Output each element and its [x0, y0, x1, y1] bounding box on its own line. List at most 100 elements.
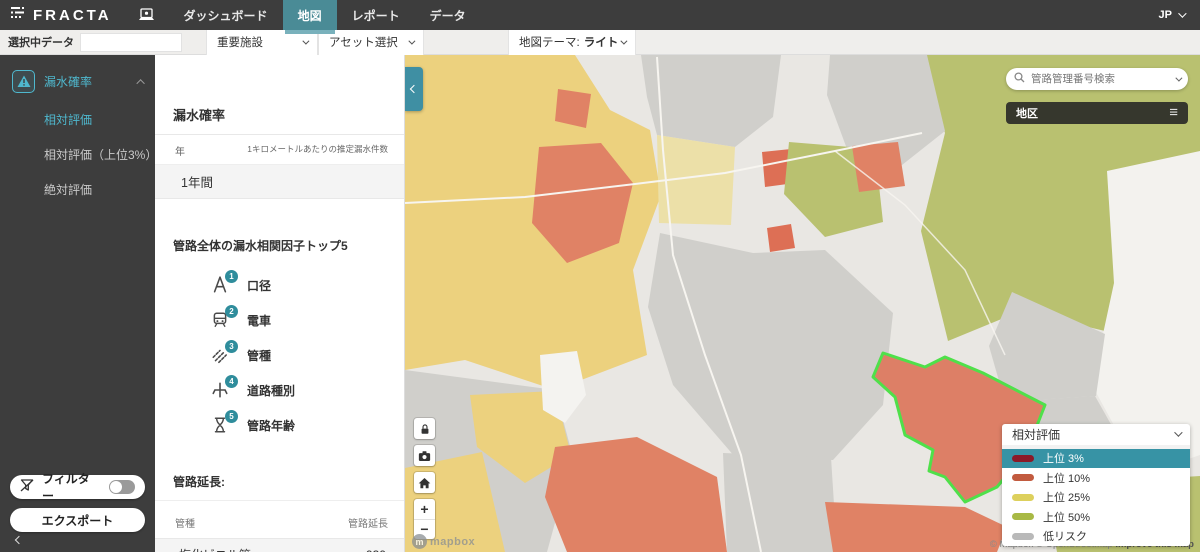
export-button[interactable]: エクスポート	[10, 508, 145, 532]
map-region	[723, 453, 837, 552]
sidebar-item-relative-eval[interactable]: 相対評価	[44, 111, 155, 128]
nav-tab-dashboard[interactable]: ダッシュボード	[169, 0, 283, 30]
length-table-row[interactable]: 塩化ビニル管 939	[155, 538, 404, 552]
selected-data-input[interactable]	[80, 33, 182, 52]
chevron-down-icon	[1175, 74, 1182, 81]
factors-title: 管路全体の漏水相関因子トップ5	[173, 237, 404, 254]
warning-triangle-icon	[12, 70, 35, 93]
chevron-down-icon	[620, 37, 627, 44]
rank-badge: 5	[225, 410, 238, 423]
map-theme-label: 地図テーマ:	[519, 34, 580, 50]
legend-item-top25[interactable]: 上位 25%	[1002, 488, 1190, 508]
factor-label: 道路種別	[247, 382, 295, 399]
district-label: 地区	[1016, 105, 1038, 121]
legend-label: 上位 3%	[1043, 450, 1084, 466]
mapbox-wordmark: mapbox	[430, 536, 475, 548]
main-content: 漏水確率 相対評価 相対評価（上位3%） 絶対評価 フィルター エクスポート	[0, 55, 1200, 552]
chevron-down-icon	[408, 37, 415, 44]
prob-row-label: 1年間	[181, 172, 213, 191]
factor-item: 4 道路種別	[155, 373, 404, 408]
factor-item: 2 電車	[155, 303, 404, 338]
chevron-down-icon	[302, 37, 309, 44]
pipe-search-box[interactable]	[1006, 68, 1188, 90]
search-icon	[1014, 70, 1025, 88]
caliper-icon: 1	[211, 276, 231, 296]
nav-tab-report[interactable]: レポート	[337, 0, 415, 30]
panel-collapse-tab[interactable]	[405, 67, 423, 111]
legend-item-top50[interactable]: 上位 50%	[1002, 507, 1190, 527]
hourglass-icon: 5	[211, 416, 231, 436]
nav-tab-data[interactable]: データ	[415, 0, 481, 30]
chevron-down-icon	[1174, 428, 1182, 436]
prob-table-header: 年 1キロメートルあたりの推定漏水件数	[155, 135, 404, 165]
rank-badge: 2	[225, 305, 238, 318]
brand[interactable]: FRACTA	[10, 5, 112, 25]
detail-panel: 漏水確率 年 1キロメートルあたりの推定漏水件数 1年間 管路全体の漏水相関因子…	[155, 55, 405, 552]
top-nav: FRACTA ダッシュボード 地図 レポート データ JP	[0, 0, 1200, 30]
legend-item-low-risk[interactable]: 低リスク	[1002, 527, 1190, 547]
factor-item: 1 口径	[155, 268, 404, 303]
map-theme-dropdown[interactable]: 地図テーマ: ライト	[508, 30, 636, 55]
length-row-type: 塩化ビニル管	[179, 546, 251, 552]
road-icon: 4	[211, 381, 231, 401]
device-icon[interactable]	[138, 8, 155, 22]
sidebar-footer: フィルター エクスポート	[10, 475, 145, 532]
legend-label: 上位 50%	[1043, 509, 1090, 525]
legend-item-top10[interactable]: 上位 10%	[1002, 468, 1190, 488]
filter-toggle[interactable]	[109, 480, 135, 494]
prob-table-row[interactable]: 1年間	[155, 165, 404, 199]
factor-label: 口径	[247, 277, 271, 294]
chevron-up-icon	[136, 79, 144, 87]
map-region	[555, 89, 591, 128]
map-theme-value: ライト	[584, 34, 619, 50]
length-col-type: 管種	[175, 515, 195, 530]
sidebar-group-leak-probability[interactable]: 漏水確率	[12, 70, 145, 93]
lock-button[interactable]	[414, 418, 435, 439]
factor-label: 管路年齢	[247, 417, 295, 434]
legend-label: 低リスク	[1043, 528, 1087, 544]
filter-button[interactable]: フィルター	[10, 475, 145, 499]
factor-label: 管種	[247, 347, 271, 364]
selected-data-label: 選択中データ	[8, 34, 74, 50]
rank-badge: 3	[225, 340, 238, 353]
camera-button[interactable]	[414, 445, 435, 466]
legend-swatch	[1012, 533, 1034, 540]
brand-name: FRACTA	[33, 7, 112, 24]
language-label: JP	[1159, 9, 1172, 21]
legend-item-top3[interactable]: 上位 3%	[1002, 449, 1190, 469]
legend-swatch	[1012, 494, 1034, 501]
facility-dropdown-label: 重要施設	[217, 34, 263, 50]
district-selector[interactable]: 地区 ≡	[1006, 102, 1188, 124]
mapbox-logo[interactable]: m mapbox	[412, 534, 475, 549]
prob-col-count: 1キロメートルあたりの推定漏水件数	[247, 143, 388, 158]
filter-label: フィルター	[42, 470, 101, 504]
asset-dropdown-label: アセット選択	[329, 34, 398, 50]
length-row-value: 939	[366, 548, 386, 552]
map-canvas[interactable]: 地区 ≡ + − m mapbox © Mapbox © OpenStreet	[405, 55, 1200, 552]
legend-label: 上位 25%	[1043, 489, 1090, 505]
zoom-in-button[interactable]: +	[414, 499, 435, 520]
legend-swatch	[1012, 455, 1034, 462]
legend-label: 上位 10%	[1043, 470, 1090, 486]
length-title: 管路延長:	[173, 473, 404, 490]
factor-item: 5 管路年齢	[155, 408, 404, 443]
factor-item: 3 管種	[155, 338, 404, 373]
sidebar: 漏水確率 相対評価 相対評価（上位3%） 絶対評価 フィルター エクスポート	[0, 55, 155, 552]
app: FRACTA ダッシュボード 地図 レポート データ JP 選択中データ 重要施…	[0, 0, 1200, 552]
toolbar: 選択中データ 重要施設 アセット選択 地図テーマ: ライト	[0, 30, 1200, 55]
sidebar-collapse-icon[interactable]	[16, 530, 22, 548]
sidebar-item-relative-eval-top3[interactable]: 相対評価（上位3%）	[44, 146, 155, 163]
language-selector[interactable]: JP	[1159, 9, 1184, 21]
legend-swatch	[1012, 474, 1034, 481]
sidebar-item-absolute-eval[interactable]: 絶対評価	[44, 181, 155, 198]
relative-eval-legend: 相対評価 上位 3% 上位 10% 上位 25% 上位 50%	[1002, 424, 1190, 547]
home-button[interactable]	[414, 472, 435, 493]
legend-swatch	[1012, 513, 1034, 520]
legend-title: 相対評価	[1012, 426, 1060, 443]
rank-badge: 1	[225, 270, 238, 283]
zoom-control: + −	[414, 499, 435, 539]
nav-tab-map[interactable]: 地図	[283, 0, 337, 30]
filter-off-icon	[20, 479, 34, 495]
pipe-search-input[interactable]	[1031, 73, 1169, 85]
legend-header[interactable]: 相対評価	[1002, 424, 1190, 449]
